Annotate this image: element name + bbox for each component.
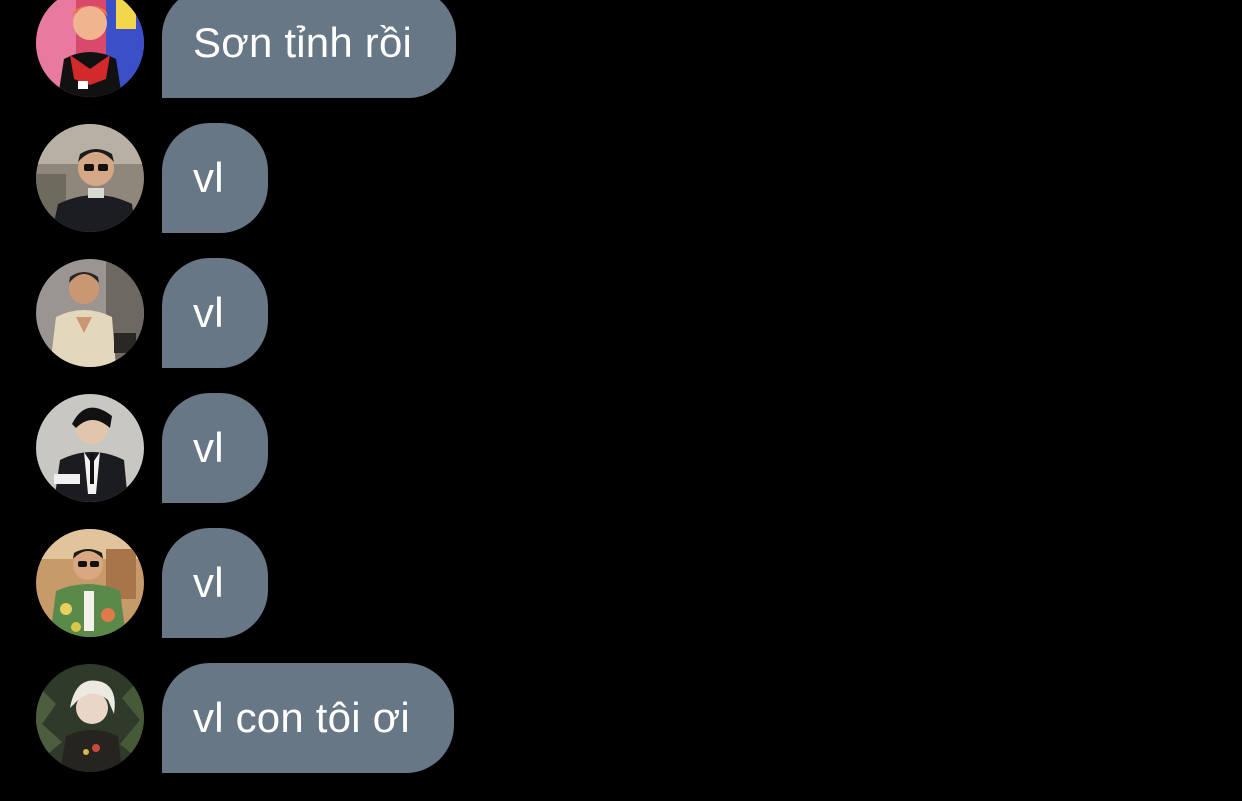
message-text: vl	[193, 559, 224, 606]
avatar-man-floral-shirt-sunglasses-icon[interactable]	[36, 529, 144, 637]
chat-message-list: Sơn tỉnh rồi vl vl vl vl vl con tôi ơi	[0, 0, 1242, 801]
chat-message-row: vl	[36, 258, 268, 368]
avatar-blonde-person-foliage-icon[interactable]	[36, 664, 144, 772]
chat-message-row: vl	[36, 528, 268, 638]
message-bubble[interactable]: vl	[162, 258, 268, 368]
message-bubble[interactable]: vl	[162, 528, 268, 638]
message-bubble[interactable]: vl con tôi ơi	[162, 663, 454, 773]
message-text: vl	[193, 424, 224, 471]
avatar-man-cream-shirt-icon[interactable]	[36, 259, 144, 367]
chat-message-row: vl	[36, 393, 268, 503]
avatar-sunglasses-man-dark-coat-icon[interactable]	[36, 124, 144, 232]
chat-message-row: vl	[36, 123, 268, 233]
chat-message-row: vl con tôi ơi	[36, 663, 454, 773]
message-text: vl	[193, 289, 224, 336]
avatar-man-dark-suit-icon[interactable]	[36, 394, 144, 502]
message-bubble[interactable]: vl	[162, 123, 268, 233]
message-bubble[interactable]: Sơn tỉnh rồi	[162, 0, 457, 98]
message-text: Sơn tỉnh rồi	[193, 19, 413, 66]
message-text: vl con tôi ơi	[193, 694, 410, 741]
chat-message-row: Sơn tỉnh rồi	[36, 0, 457, 98]
message-bubble[interactable]: vl	[162, 393, 268, 503]
avatar-red-hair-person-icon[interactable]	[36, 0, 144, 97]
message-text: vl	[193, 154, 224, 201]
